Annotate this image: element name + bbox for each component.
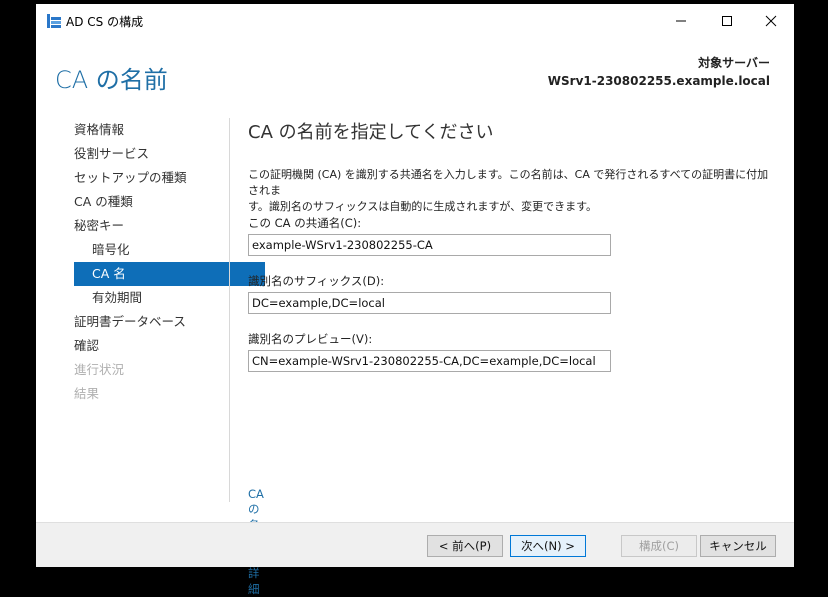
- nav-item-private-key[interactable]: 秘密キー: [74, 214, 265, 238]
- back-button[interactable]: < 前へ(P): [427, 535, 503, 557]
- title-bar[interactable]: AD CS の構成: [36, 4, 794, 36]
- wizard-nav: 資格情報 役割サービス セットアップの種類 CA の種類 秘密キー 暗号化 CA…: [74, 118, 265, 406]
- preview-field[interactable]: CN=example-WSrv1-230802255-CA,DC=example…: [248, 350, 611, 372]
- target-server-label: 対象サーバー: [698, 56, 770, 70]
- description-line-1: この証明機関 (CA) を識別する共通名を入力します。この名前は、CA で発行さ…: [248, 168, 769, 197]
- nav-item-ca-name[interactable]: CA 名: [74, 262, 265, 286]
- nav-item-role-services[interactable]: 役割サービス: [74, 142, 265, 166]
- preview-label: 識別名のプレビュー(V):: [248, 332, 373, 346]
- suffix-label: 識別名のサフィックス(D):: [248, 274, 385, 288]
- nav-item-certificate-database[interactable]: 証明書データベース: [74, 310, 265, 334]
- nav-item-cryptography[interactable]: 暗号化: [74, 238, 265, 262]
- page-title: CA の名前: [55, 66, 168, 94]
- target-server-value: WSrv1-230802255.example.local: [547, 74, 770, 88]
- suffix-input[interactable]: DC=example,DC=local: [248, 292, 611, 314]
- minimize-icon: [676, 20, 686, 22]
- nav-item-results: 結果: [74, 386, 100, 401]
- cancel-button[interactable]: キャンセル: [700, 535, 776, 557]
- close-button[interactable]: [748, 4, 794, 36]
- ad-cs-config-window: AD CS の構成 CA の名前 対象サーバー WSrv1-230802255.…: [36, 4, 794, 596]
- content-title: CA の名前を指定してください: [248, 122, 494, 143]
- next-button[interactable]: 次へ(N) >: [510, 535, 586, 557]
- maximize-button[interactable]: [704, 4, 750, 36]
- nav-item-setup-type[interactable]: セットアップの種類: [74, 166, 265, 190]
- description-line-2: す。識別名のサフィックスは自動的に生成されますが、変更できます。: [248, 200, 598, 213]
- description: この証明機関 (CA) を識別する共通名を入力します。この名前は、CA で発行さ…: [248, 167, 778, 215]
- maximize-icon: [722, 16, 732, 26]
- configure-button: 構成(C): [621, 535, 697, 557]
- close-icon: [765, 15, 777, 27]
- nav-item-validity-period[interactable]: 有効期間: [74, 286, 265, 310]
- server-config-icon: [46, 13, 62, 29]
- common-name-label: この CA の共通名(C):: [248, 216, 362, 230]
- nav-item-credentials[interactable]: 資格情報: [74, 118, 265, 142]
- common-name-input[interactable]: example-WSrv1-230802255-CA: [248, 234, 611, 256]
- minimize-button[interactable]: [658, 4, 704, 36]
- window-title: AD CS の構成: [66, 15, 144, 29]
- nav-item-confirmation[interactable]: 確認: [74, 334, 265, 358]
- nav-item-progress: 進行状況: [74, 362, 125, 377]
- button-bar: < 前へ(P) 次へ(N) > 構成(C) キャンセル: [36, 522, 794, 567]
- nav-divider: [229, 118, 230, 502]
- nav-item-ca-type[interactable]: CA の種類: [74, 190, 265, 214]
